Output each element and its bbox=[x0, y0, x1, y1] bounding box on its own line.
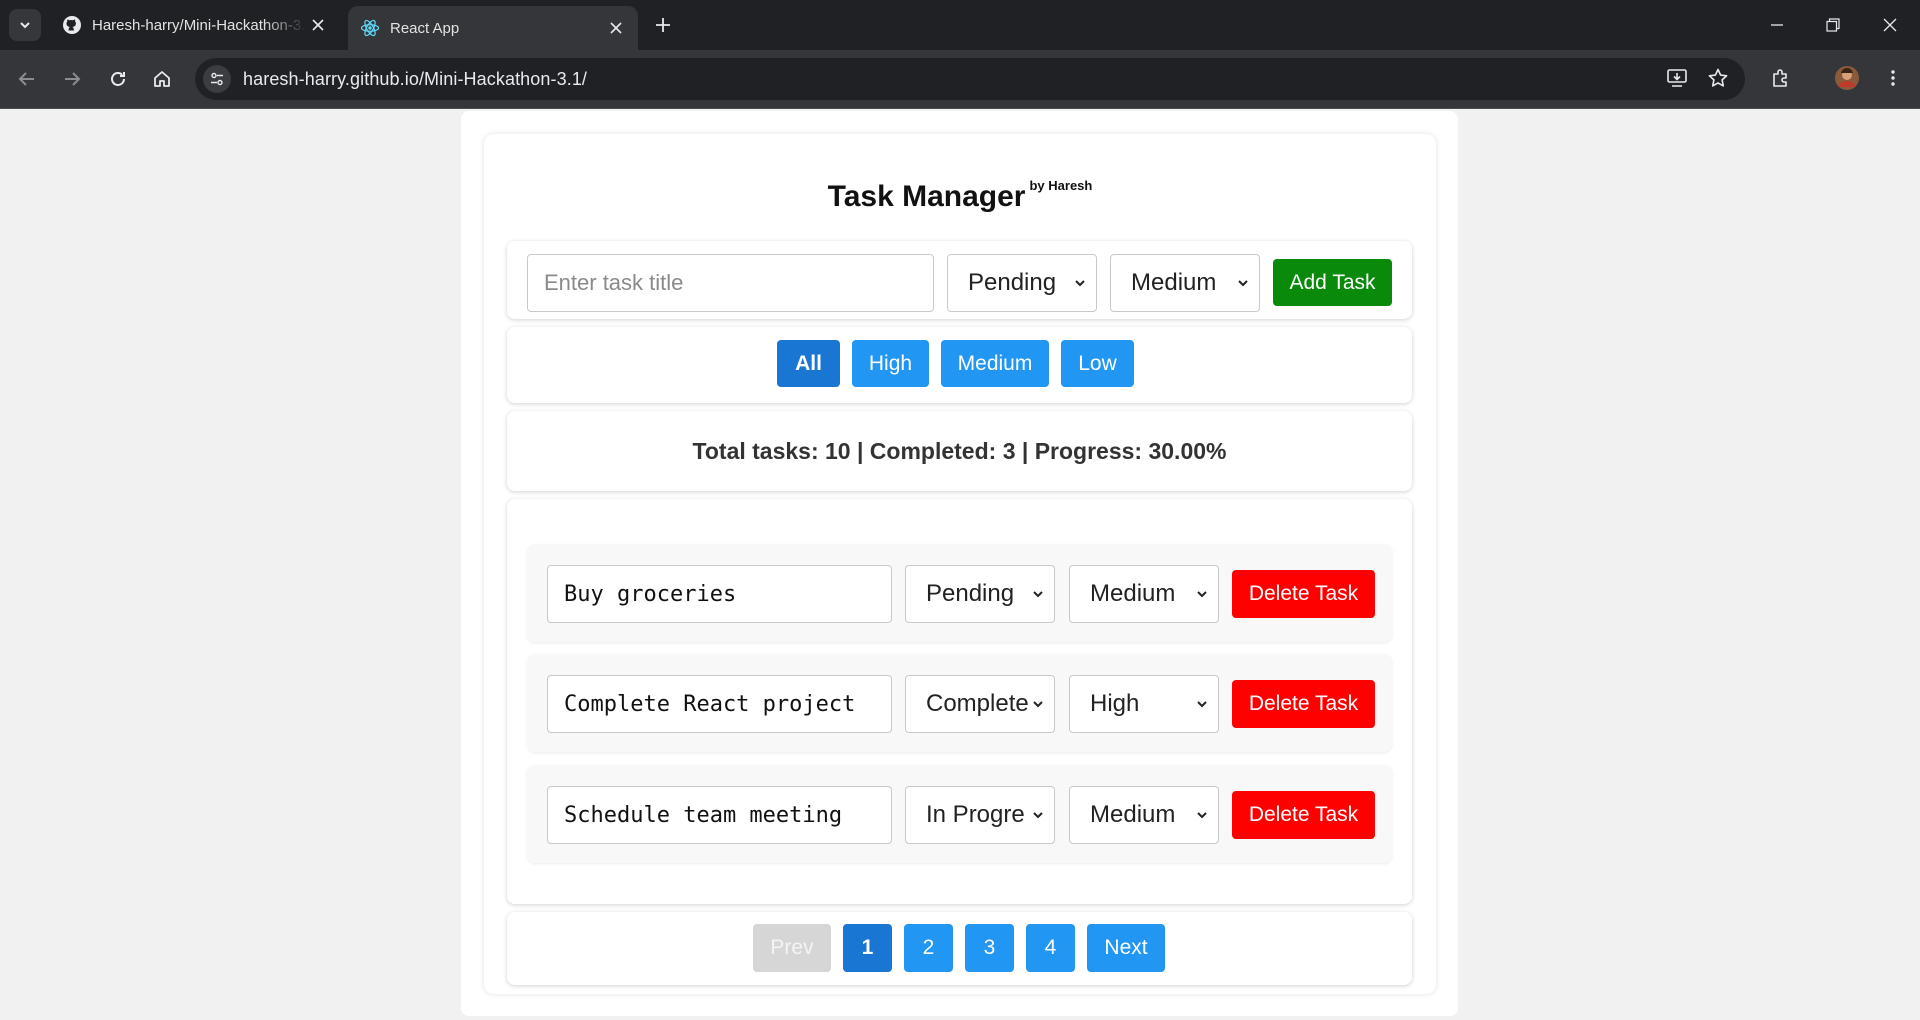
page-heading: Task Manager by Haresh bbox=[484, 178, 1436, 214]
chevron-down-icon bbox=[1197, 812, 1207, 819]
delete-task-button[interactable]: Delete Task bbox=[1232, 791, 1375, 839]
minimize-icon bbox=[1771, 24, 1783, 26]
forward-button[interactable] bbox=[57, 64, 87, 94]
avatar-icon bbox=[1835, 66, 1859, 90]
task-title-field[interactable]: Buy groceries bbox=[547, 565, 892, 623]
address-bar[interactable]: haresh-harry.github.io/Mini-Hackathon-3.… bbox=[195, 58, 1745, 100]
close-icon[interactable] bbox=[306, 13, 330, 37]
restore-button[interactable] bbox=[1818, 10, 1848, 40]
page-viewport: Task Manager by Haresh Enter task title P… bbox=[0, 109, 1920, 1020]
add-task-form: Enter task title Pending Medium Add Task bbox=[507, 241, 1412, 319]
browser-menu-button[interactable] bbox=[1878, 63, 1908, 93]
status-value: In Progre bbox=[926, 801, 1025, 828]
task-title-field[interactable]: Complete React project bbox=[547, 675, 892, 733]
chevron-down-icon bbox=[1075, 280, 1085, 287]
page-2-button[interactable]: 2 bbox=[904, 924, 953, 972]
page-4-button[interactable]: 4 bbox=[1026, 924, 1075, 972]
priority-value: Medium bbox=[1131, 269, 1217, 296]
minimize-button[interactable] bbox=[1762, 10, 1792, 40]
new-tab-button[interactable] bbox=[650, 12, 676, 38]
browser-toolbar: haresh-harry.github.io/Mini-Hackathon-3.… bbox=[0, 50, 1920, 109]
tab-github[interactable]: Haresh-harry/Mini-Hackathon-3.1 bbox=[50, 7, 340, 43]
task-manager-card: Task Manager by Haresh Enter task title P… bbox=[484, 134, 1436, 994]
tab-title: React App bbox=[390, 19, 460, 37]
status-value: Pending bbox=[926, 580, 1015, 607]
delete-task-button[interactable]: Delete Task bbox=[1232, 570, 1375, 618]
close-icon bbox=[1883, 18, 1897, 32]
task-priority-select[interactable]: High bbox=[1069, 675, 1219, 733]
app-container: Task Manager by Haresh Enter task title P… bbox=[461, 111, 1458, 1016]
priority-value: Medium bbox=[1090, 580, 1176, 607]
status-value: Complete bbox=[926, 690, 1029, 717]
chevron-down-icon bbox=[1033, 701, 1043, 708]
chevron-down-icon bbox=[1238, 280, 1248, 287]
install-app-button[interactable] bbox=[1662, 63, 1692, 93]
star-icon bbox=[1708, 68, 1728, 87]
profile-avatar[interactable] bbox=[1832, 63, 1862, 93]
tab-search-button[interactable] bbox=[9, 9, 41, 41]
delete-task-button[interactable]: Delete Task bbox=[1232, 680, 1375, 728]
reload-button[interactable] bbox=[103, 64, 133, 94]
task-status-select[interactable]: Pending bbox=[905, 565, 1055, 623]
priority-filter-bar: All High Medium Low bbox=[507, 327, 1412, 403]
status-value: Pending bbox=[968, 269, 1057, 296]
github-icon bbox=[62, 15, 82, 35]
priority-value: Medium bbox=[1090, 801, 1176, 828]
plus-icon bbox=[656, 18, 670, 32]
browser-tab-strip: Haresh-harry/Mini-Hackathon-3.1 React Ap… bbox=[0, 0, 1920, 50]
bookmark-button[interactable] bbox=[1703, 63, 1733, 93]
task-row: Buy groceries Pending Medium Delete Task bbox=[527, 544, 1392, 642]
chevron-down-icon bbox=[1197, 591, 1207, 598]
home-button[interactable] bbox=[147, 64, 177, 94]
add-task-button[interactable]: Add Task bbox=[1273, 259, 1392, 306]
task-stats-panel: Total tasks: 10 | Completed: 3 | Progres… bbox=[507, 411, 1412, 491]
restore-icon bbox=[1826, 18, 1840, 32]
task-list: Buy groceries Pending Medium Delete Task… bbox=[507, 499, 1412, 904]
close-window-button[interactable] bbox=[1875, 10, 1905, 40]
home-icon bbox=[154, 71, 170, 87]
chevron-down-icon bbox=[20, 22, 30, 29]
task-priority-select[interactable]: Medium bbox=[1069, 786, 1219, 844]
site-info-icon[interactable] bbox=[203, 65, 231, 93]
filter-medium-button[interactable]: Medium bbox=[941, 340, 1049, 387]
page-title: Task Manager bbox=[827, 180, 1026, 213]
chevron-down-icon bbox=[1197, 701, 1207, 708]
arrow-right-icon bbox=[65, 72, 81, 86]
filter-low-button[interactable]: Low bbox=[1061, 340, 1134, 387]
task-row: Complete React project Complete High Del… bbox=[527, 654, 1392, 752]
install-icon bbox=[1667, 69, 1687, 87]
arrow-left-icon bbox=[18, 72, 34, 86]
priority-value: High bbox=[1090, 690, 1140, 717]
back-button[interactable] bbox=[12, 64, 42, 94]
url-text: haresh-harry.github.io/Mini-Hackathon-3.… bbox=[243, 68, 588, 89]
pagination: Prev 1 2 3 4 Next bbox=[507, 912, 1412, 985]
tab-title: Haresh-harry/Mini-Hackathon-3.1 bbox=[92, 16, 306, 34]
extensions-button[interactable] bbox=[1766, 63, 1796, 93]
task-title-input[interactable]: Enter task title bbox=[527, 254, 934, 312]
task-priority-select[interactable]: Medium bbox=[1069, 565, 1219, 623]
task-status-select[interactable]: In Progre bbox=[905, 786, 1055, 844]
filter-all-button[interactable]: All bbox=[777, 340, 840, 387]
react-icon bbox=[360, 18, 380, 38]
prev-page-button[interactable]: Prev bbox=[753, 924, 831, 972]
page-3-button[interactable]: 3 bbox=[965, 924, 1014, 972]
new-task-priority-select[interactable]: Medium bbox=[1110, 254, 1260, 312]
tab-react-app[interactable]: React App bbox=[348, 6, 638, 50]
puzzle-icon bbox=[1773, 69, 1787, 87]
chevron-down-icon bbox=[1033, 812, 1043, 819]
task-title-placeholder: Enter task title bbox=[544, 270, 684, 295]
task-row: Schedule team meeting In Progre Medium D… bbox=[527, 765, 1392, 863]
page-1-button[interactable]: 1 bbox=[843, 924, 892, 972]
close-icon[interactable] bbox=[604, 16, 628, 40]
chevron-down-icon bbox=[1033, 591, 1043, 598]
task-title-field[interactable]: Schedule team meeting bbox=[547, 786, 892, 844]
author-byline: by Haresh bbox=[1029, 178, 1093, 193]
reload-icon bbox=[111, 72, 125, 86]
task-stats-text: Total tasks: 10 | Completed: 3 | Progres… bbox=[692, 437, 1227, 464]
next-page-button[interactable]: Next bbox=[1087, 924, 1165, 972]
filter-high-button[interactable]: High bbox=[852, 340, 929, 387]
more-vertical-icon bbox=[1891, 70, 1895, 86]
task-status-select[interactable]: Complete bbox=[905, 675, 1055, 733]
new-task-status-select[interactable]: Pending bbox=[947, 254, 1097, 312]
